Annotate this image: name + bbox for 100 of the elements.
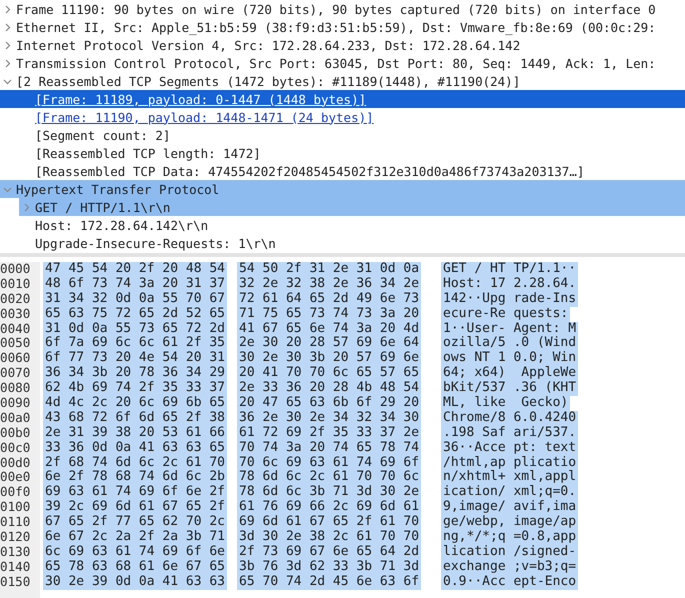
offset-label: 00f0 [0, 485, 32, 500]
offset-label: 0030 [0, 306, 32, 322]
hex-bytes: 3d 30 2e 38 2c 61 70 70 [237, 530, 422, 545]
offset-label: 0060 [0, 351, 32, 366]
chevron-right-icon[interactable] [3, 40, 12, 50]
hex-bytes: 47 45 54 20 2f 20 48 54 [43, 262, 228, 277]
tree-item[interactable]: [2 Reassembled TCP Segments (1472 bytes): #11189(1448), #11190(24)] [16, 74, 520, 88]
hex-bytes: 6f 77 73 20 4e 54 20 31 [43, 351, 228, 366]
ascii-text: ge/webp, image/ap [441, 515, 578, 530]
tree-row[interactable]: [Reassembled TCP Data: 474554202f20485454502f312e310d0a486f73743a203137…] [0, 162, 685, 180]
offset-label: 00b0 [0, 426, 32, 441]
hex-bytes: 54 50 2f 31 2e 31 0d 0a [237, 262, 422, 277]
hex-bytes: 30 2e 30 3b 20 57 69 6e [237, 351, 422, 366]
tree-row[interactable]: [Frame: 11190, payload: 1448-1471 (24 bytes)] [0, 108, 685, 126]
tree-item[interactable]: [Reassembled TCP length: 1472] [35, 146, 261, 160]
offset-label: 00e0 [0, 470, 32, 486]
ascii-text: 1··User- Agent: M [441, 322, 578, 336]
ascii-text: .198 Saf ari/537. [441, 426, 578, 441]
hex-bytes: 6e 2f 78 68 74 6d 6c 2b [43, 470, 228, 486]
offset-label: 00c0 [0, 440, 32, 456]
hex-bytes: 31 34 32 0d 0a 55 70 67 [43, 292, 228, 307]
offset-label: 0120 [0, 530, 32, 545]
ascii-text: Host: 17 2.28.64. [441, 276, 578, 292]
hex-bytes: 61 72 69 2f 35 33 37 2e [237, 426, 422, 441]
hex-bytes: 33 36 0d 0a 41 63 63 65 [43, 440, 228, 456]
offset-label: 0050 [0, 336, 32, 352]
tree-item[interactable]: [Reassembled TCP Data: 474554202f20485454502f312e310d0a486f73743a203137…] [35, 164, 584, 178]
chevron-down-icon[interactable] [3, 76, 12, 86]
hex-bytes: 6c 69 63 61 74 69 6f 6e [43, 544, 228, 560]
tree-row[interactable]: Ethernet II, Src: Apple_51:b5:59 (38:f9:d3:51:b5:59), Dst: Vmware_fb:8e:69 (00:0c:29: [0, 18, 685, 36]
frame-link[interactable]: [Frame: 11189, payload: 0-1447 (1448 bytes)] [35, 92, 366, 106]
chevron-right-icon[interactable] [3, 4, 12, 14]
hex-bytes: 31 0d 0a 55 73 65 72 2d [43, 322, 228, 336]
tree-row[interactable]: Transmission Control Protocol, Src Port: 63045, Dst Port: 80, Seq: 1449, Ack: 1, Len: [0, 54, 685, 72]
ascii-text: exchange ;v=b3;q= [441, 560, 578, 575]
hex-bytes: 6f 7a 69 6c 6c 61 2f 35 [43, 336, 228, 352]
chevron-right-icon[interactable] [22, 202, 31, 212]
hex-bytes: 36 34 3b 20 78 36 34 29 [43, 366, 228, 382]
tree-item[interactable]: Internet Protocol Version 4, Src: 172.28.64.233, Dst: 172.28.64.142 [16, 38, 520, 52]
offset-label: 0130 [0, 544, 32, 560]
ascii-text: 0.9··Acc ept-Enco [441, 574, 578, 590]
tree-item[interactable]: GET / HTTP/1.1\r\n [35, 200, 170, 214]
hex-bytes: 2e 33 36 20 28 4b 48 54 [237, 381, 422, 396]
hex-bytes: 69 6d 61 67 65 2f 61 70 [237, 515, 422, 530]
tree-item[interactable]: [Segment count: 2] [35, 128, 170, 142]
offset-label: 0070 [0, 366, 32, 382]
ascii-text: 36··Acce pt: text [441, 440, 578, 456]
tree-item[interactable]: Upgrade-Insecure-Requests: 1\r\n [35, 236, 276, 250]
tree-row[interactable]: [Reassembled TCP length: 1472] [0, 144, 685, 162]
hex-bytes: 20 47 65 63 6b 6f 29 20 [237, 396, 422, 411]
hex-bytes: 2e 31 39 38 20 53 61 66 [43, 426, 228, 441]
tree-row[interactable]: Internet Protocol Version 4, Src: 172.28.64.233, Dst: 172.28.64.142 [0, 36, 685, 54]
tree-row[interactable]: [Segment count: 2] [0, 126, 685, 144]
offset-label: 0110 [0, 515, 32, 530]
ascii-text: ows NT 1 0.0; Win [441, 351, 578, 366]
hex-bytes: 70 74 3a 20 74 65 78 74 [237, 440, 422, 456]
tree-item[interactable]: Frame 11190: 90 bytes on wire (720 bits), 90 bytes captured (720 bits) on interface 0 [16, 2, 656, 16]
ascii-text: 9,image/ avif,ima [441, 500, 578, 516]
offset-label: 0010 [0, 276, 32, 292]
hex-bytes: 65 78 63 68 61 6e 67 65 [43, 560, 228, 575]
offset-label: 0000 [0, 262, 32, 277]
offset-label: 00d0 [0, 456, 32, 470]
hex-bytes: 6e 67 2c 2a 2f 2a 3b 71 [43, 530, 228, 545]
tree-row[interactable]: [Frame: 11189, payload: 0-1447 (1448 bytes)] [0, 90, 685, 108]
tree-item[interactable]: Transmission Control Protocol, Src Port: 63045, Dst Port: 80, Seq: 1449, Ack: 1, Len: [16, 56, 656, 70]
hex-bytes: 2f 73 69 67 6e 65 64 2d [237, 544, 422, 560]
ascii-text: ozilla/5 .0 (Wind [441, 336, 578, 352]
ascii-text: bKit/537 .36 (KHT [441, 381, 578, 396]
chevron-right-icon[interactable] [3, 22, 12, 32]
offset-label: 0150 [0, 574, 32, 590]
ascii-text: n/xhtml+ xml,appl [441, 470, 578, 486]
hex-bytes: 39 2c 69 6d 61 67 65 2f [43, 500, 228, 516]
hex-bytes: 65 70 74 2d 45 6e 63 6f [237, 574, 422, 590]
ascii-text: ng,*/*;q =0.8,app [441, 530, 578, 545]
chevron-down-icon[interactable] [3, 184, 12, 194]
tree-row[interactable]: [2 Reassembled TCP Segments (1472 bytes): #11189(1448), #11190(24)] [0, 72, 685, 90]
hex-bytes: 36 2e 30 2e 34 32 34 30 [237, 410, 422, 426]
hex-bytes: 70 6c 69 63 61 74 69 6f [237, 456, 422, 470]
hex-bytes: 3b 76 3d 62 33 3b 71 3d [237, 560, 422, 575]
tree-row[interactable]: Upgrade-Insecure-Requests: 1\r\n [0, 234, 685, 252]
hex-bytes: 48 6f 73 74 3a 20 31 37 [43, 276, 228, 292]
hex-bytes: 32 2e 32 38 2e 36 34 2e [237, 276, 422, 292]
ascii-text: lication /signed- [441, 544, 578, 560]
hex-bytes: 4d 4c 2c 20 6c 69 6b 65 [43, 396, 228, 411]
tree-row[interactable]: Hypertext Transfer Protocol [0, 180, 685, 198]
ascii-text: ML, like Gecko) [441, 396, 570, 411]
hex-bytes: 69 63 61 74 69 6f 6e 2f [43, 485, 228, 500]
hex-bytes: 67 65 2f 77 65 62 70 2c [43, 515, 228, 530]
chevron-right-icon[interactable] [3, 58, 12, 68]
tree-row[interactable]: Host: 172.28.64.142\r\n [0, 216, 685, 234]
tree-row[interactable]: Frame 11190: 90 bytes on wire (720 bits), 90 bytes captured (720 bits) on interface 0 [0, 0, 685, 18]
tree-item[interactable]: Host: 172.28.64.142\r\n [35, 218, 208, 232]
hex-bytes: 20 41 70 70 6c 65 57 65 [237, 366, 422, 382]
offset-label: 0020 [0, 292, 32, 307]
tree-item[interactable]: Ethernet II, Src: Apple_51:b5:59 (38:f9:d3:51:b5:59), Dst: Vmware_fb:8e:69 (00:0c:29: [16, 20, 656, 34]
offset-label: 00a0 [0, 410, 32, 426]
frame-link[interactable]: [Frame: 11190, payload: 1448-1471 (24 bytes)] [35, 110, 374, 124]
hex-bytes: 65 63 75 72 65 2d 52 65 [43, 306, 228, 322]
ascii-text: /html,ap plicatio [441, 456, 578, 470]
ascii-text: ecure-Re quests: [441, 306, 570, 322]
